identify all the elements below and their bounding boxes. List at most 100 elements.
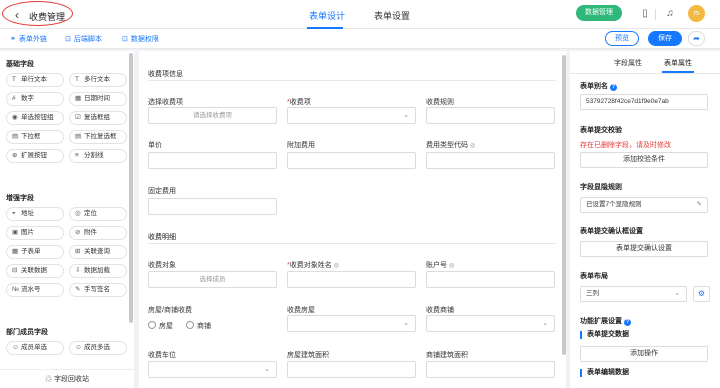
palette-field-related-query[interactable]: ⊞ 关联查询: [69, 245, 127, 259]
palette-field-divider[interactable]: ≡ 分割线: [69, 149, 127, 163]
palette-field-serial-number[interactable]: № 流水号: [6, 283, 64, 297]
palette-field-label: 复选框组: [84, 114, 110, 121]
tab-form-design[interactable]: 表单设计: [309, 9, 345, 22]
eye-hidden-icon: ◎: [470, 143, 476, 149]
palette-section-title: 增强字段: [6, 195, 34, 202]
layout-label: 表单布局: [580, 273, 608, 280]
palette-field-label: 图片: [21, 229, 34, 236]
field-input[interactable]: [148, 152, 277, 169]
help-icon[interactable]: ?: [610, 84, 617, 91]
field-label: 收费规则: [426, 97, 454, 107]
palette-field-calendar[interactable]: ▦ 日期时间: [69, 92, 127, 106]
field-input[interactable]: [426, 361, 555, 378]
add-validate-button[interactable]: 添加校验条件: [580, 152, 708, 168]
palette-field-multi-dropdown[interactable]: ▤ 下拉复选框: [69, 130, 127, 144]
palette-scrollbar[interactable]: [129, 51, 133, 371]
palette-field-attachment[interactable]: ⊘ 附件: [69, 226, 127, 240]
field-label: 费用类型代码 ◎: [426, 140, 475, 150]
extension-settings-label-text: 功能扩展设置: [580, 318, 622, 325]
field-input[interactable]: [148, 198, 277, 215]
palette-field-image[interactable]: ▣ 图片: [6, 226, 64, 240]
field-input[interactable]: [426, 107, 555, 124]
data-permission-label: 数据权限: [130, 36, 159, 43]
field-input[interactable]: [287, 361, 416, 378]
palette-field-dropdown[interactable]: ▤ 下拉框: [6, 130, 64, 144]
toolbar: ⚭ 表单外链 ⊡ 后端脚本 ⊡ 数据权限 预览 保存 ➦: [0, 29, 720, 49]
avatar[interactable]: rs: [688, 5, 705, 22]
palette-field-location[interactable]: ◎ 定位: [69, 207, 127, 221]
field-input[interactable]: [287, 271, 416, 288]
palette-field-members[interactable]: ☺ 成员多选: [69, 341, 127, 355]
palette-scrollbar-thumb[interactable]: [129, 53, 133, 323]
form-scrollbar-thumb[interactable]: [562, 55, 566, 355]
chevron-left-icon[interactable]: ‹: [15, 8, 19, 22]
palette-field-related-data[interactable]: ⊟ 关联数据: [6, 264, 64, 278]
palette-field-address[interactable]: ⌖ 地址: [6, 207, 64, 221]
related-query-icon: ⊞: [75, 248, 81, 255]
gear-icon[interactable]: ⚙: [693, 286, 710, 302]
field-label: 收费对象: [148, 260, 176, 270]
form-external-link[interactable]: ⚭ 表单外链: [10, 34, 47, 44]
add-action-button[interactable]: 添加操作: [580, 346, 708, 362]
bell-icon[interactable]: ♫: [664, 8, 676, 20]
palette-field-textarea[interactable]: T 多行文本: [69, 73, 127, 87]
serial-number-icon: №: [12, 286, 19, 293]
field-input[interactable]: 选择成员: [148, 271, 277, 288]
eye-hidden-icon: ◎: [449, 263, 455, 269]
field-label: 收费车位: [148, 350, 176, 360]
radio-shop[interactable]: 商铺: [186, 321, 211, 331]
palette-field-data-load[interactable]: ⇩ 数据加载: [69, 264, 127, 278]
header-divider: [655, 9, 656, 20]
palette-field-label: 多行文本: [84, 76, 110, 83]
data-permission-link[interactable]: ⊡ 数据权限: [122, 34, 159, 44]
radio-house[interactable]: 房屋: [148, 321, 173, 331]
edit-icon[interactable]: ✎: [697, 198, 702, 212]
field-input[interactable]: [426, 152, 555, 169]
radio-house-label: 房屋: [159, 323, 173, 330]
field-input[interactable]: [287, 152, 416, 169]
field-select[interactable]: ⌄: [426, 315, 555, 332]
form-scrollbar[interactable]: [562, 51, 566, 388]
field-label-text: 收费对象姓名: [289, 262, 332, 269]
palette-field-number[interactable]: # 数字: [6, 92, 64, 106]
layout-select[interactable]: 三列 ⌄: [580, 286, 687, 302]
palette-field-checkbox[interactable]: ☑ 复选框组: [69, 111, 127, 125]
calendar-icon: ▦: [75, 95, 82, 102]
image-icon: ▣: [12, 229, 19, 236]
field-input[interactable]: 请选择收费项: [148, 107, 277, 124]
palette-field-signature[interactable]: ✎ 手写签名: [69, 283, 127, 297]
field-select[interactable]: ⌄: [148, 361, 277, 378]
field-palette: 基础字段 T 单行文本 T 多行文本 # 数字 ▦ 日期时间 ◉ 单选按钮组 ☑ 复选框组 ▤ 下拉框 ▤ 下拉…: [0, 51, 134, 388]
chevron-down-icon: ⌄: [403, 112, 409, 119]
field-label-text: 收费车位: [148, 352, 176, 359]
tab-field-properties[interactable]: 字段属性: [614, 58, 642, 68]
backend-script-link[interactable]: ⊡ 后端脚本: [65, 34, 102, 44]
field-select[interactable]: ⌄: [287, 315, 416, 332]
visibility-rule-field[interactable]: 已设置7个显隐规则 ✎: [580, 197, 708, 213]
back-title-highlight[interactable]: ‹ 收费管理: [2, 1, 73, 26]
palette-field-label: 下拉框: [21, 133, 41, 140]
preview-button[interactable]: 预览: [605, 31, 639, 46]
field-input[interactable]: [426, 271, 555, 288]
field-label-text: 单价: [148, 142, 162, 149]
field-recycle-label: 字段回收站: [53, 376, 89, 383]
palette-field-subform[interactable]: ▦ 子表单: [6, 245, 64, 259]
data-management-button[interactable]: 数据管理: [576, 5, 622, 21]
share-icon[interactable]: ➦: [688, 31, 705, 46]
field-select[interactable]: ⌄: [287, 107, 416, 124]
palette-field-expand-button[interactable]: ⊕ 扩展按钮: [6, 149, 64, 163]
palette-field-radio[interactable]: ◉ 单选按钮组: [6, 111, 64, 125]
document-icon[interactable]: ▯: [639, 8, 651, 20]
help-icon[interactable]: ?: [624, 319, 631, 326]
tab-form-properties[interactable]: 表单属性: [664, 58, 692, 68]
save-button[interactable]: 保存: [648, 31, 682, 46]
confirm-settings-button[interactable]: 表单提交确认设置: [580, 241, 708, 257]
field-recycle-bin[interactable]: ♲ 字段回收站: [0, 369, 134, 388]
form-alias-input[interactable]: 53792728f42ce7d1f9e0e7ab: [580, 94, 708, 110]
edit-data-label: 表单编辑数据: [580, 369, 629, 377]
palette-field-text[interactable]: T 单行文本: [6, 73, 64, 87]
palette-field-label: 定位: [84, 210, 97, 217]
tab-form-settings[interactable]: 表单设置: [374, 9, 410, 22]
palette-field-member[interactable]: ☺ 成员单选: [6, 341, 64, 355]
eye-hidden-icon: ◎: [333, 263, 339, 269]
